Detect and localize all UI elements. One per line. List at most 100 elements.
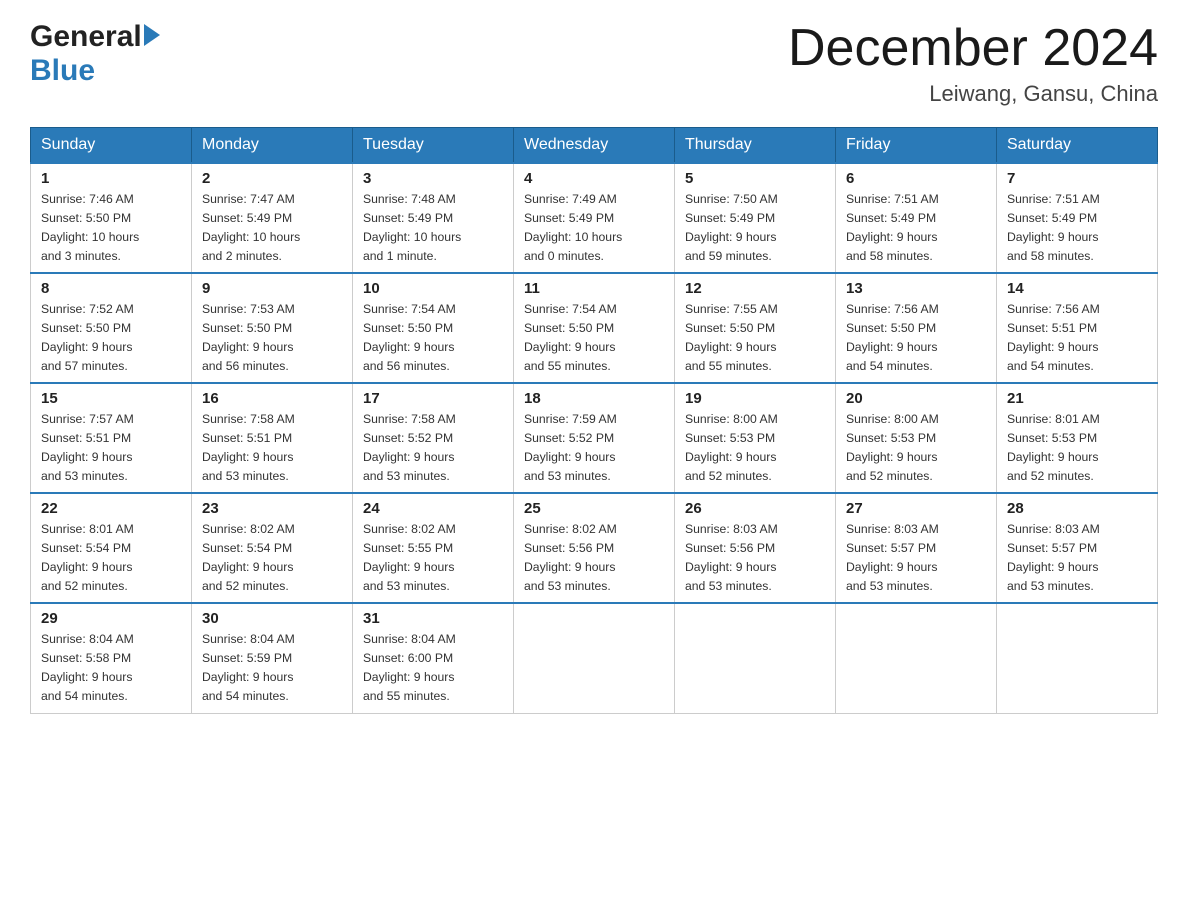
calendar-table: Sunday Monday Tuesday Wednesday Thursday… (30, 127, 1158, 714)
day-info: Sunrise: 7:47 AM Sunset: 5:49 PM Dayligh… (202, 190, 342, 266)
calendar-cell: 17 Sunrise: 7:58 AM Sunset: 5:52 PM Dayli… (353, 383, 514, 493)
calendar-cell: 11Sunrise: 7:54 AM Sunset: 5:50 PM Dayli… (514, 273, 675, 383)
day-info: Sunrise: 7:58 AM Sunset: 5:51 PM Dayligh… (202, 410, 342, 486)
header-saturday: Saturday (997, 128, 1158, 164)
day-number: 4 (524, 170, 664, 187)
day-info: Sunrise: 7:49 AM Sunset: 5:49 PM Dayligh… (524, 190, 664, 266)
calendar-cell: 20 Sunrise: 8:00 AM Sunset: 5:53 PM Dayli… (836, 383, 997, 493)
day-number: 25 (524, 500, 664, 517)
calendar-cell: 29 Sunrise: 8:04 AM Sunset: 5:58 PM Dayli… (31, 603, 192, 713)
day-info: Sunrise: 7:50 AM Sunset: 5:49 PM Dayligh… (685, 190, 825, 266)
day-number: 20 (846, 390, 986, 407)
day-number: 19 (685, 390, 825, 407)
logo: General Blue (30, 20, 160, 88)
day-number: 3 (363, 170, 503, 187)
title-block: December 2024 Leiwang, Gansu, China (788, 20, 1158, 107)
header-friday: Friday (836, 128, 997, 164)
calendar-cell: 4 Sunrise: 7:49 AM Sunset: 5:49 PM Daylig… (514, 163, 675, 273)
day-info: Sunrise: 7:48 AM Sunset: 5:49 PM Dayligh… (363, 190, 503, 266)
logo-row: General (30, 20, 160, 54)
day-number: 5 (685, 170, 825, 187)
calendar-cell (836, 603, 997, 713)
day-info: Sunrise: 8:02 AM Sunset: 5:56 PM Dayligh… (524, 520, 664, 596)
day-number: 29 (41, 610, 181, 627)
month-title: December 2024 (788, 20, 1158, 77)
day-info: Sunrise: 8:03 AM Sunset: 5:57 PM Dayligh… (846, 520, 986, 596)
calendar-cell: 23 Sunrise: 8:02 AM Sunset: 5:54 PM Dayli… (192, 493, 353, 603)
logo-general-text: General (30, 20, 142, 54)
calendar-cell (997, 603, 1158, 713)
day-number: 26 (685, 500, 825, 517)
day-info: Sunrise: 7:52 AM Sunset: 5:50 PM Dayligh… (41, 300, 181, 376)
day-number: 8 (41, 280, 181, 297)
calendar-cell (675, 603, 836, 713)
day-info: Sunrise: 7:46 AM Sunset: 5:50 PM Dayligh… (41, 190, 181, 266)
header-thursday: Thursday (675, 128, 836, 164)
header-wednesday: Wednesday (514, 128, 675, 164)
day-info: Sunrise: 8:04 AM Sunset: 6:00 PM Dayligh… (363, 630, 503, 706)
day-info: Sunrise: 8:03 AM Sunset: 5:56 PM Dayligh… (685, 520, 825, 596)
day-info: Sunrise: 8:02 AM Sunset: 5:54 PM Dayligh… (202, 520, 342, 596)
day-info: Sunrise: 8:02 AM Sunset: 5:55 PM Dayligh… (363, 520, 503, 596)
day-number: 23 (202, 500, 342, 517)
calendar-cell: 19 Sunrise: 8:00 AM Sunset: 5:53 PM Dayli… (675, 383, 836, 493)
day-number: 18 (524, 390, 664, 407)
day-number: 6 (846, 170, 986, 187)
calendar-cell: 22Sunrise: 8:01 AM Sunset: 5:54 PM Dayli… (31, 493, 192, 603)
day-number: 7 (1007, 170, 1147, 187)
header-tuesday: Tuesday (353, 128, 514, 164)
day-number: 31 (363, 610, 503, 627)
day-number: 24 (363, 500, 503, 517)
logo-arrow-icon (144, 24, 160, 46)
calendar-cell: 12Sunrise: 7:55 AM Sunset: 5:50 PM Dayli… (675, 273, 836, 383)
day-number: 27 (846, 500, 986, 517)
day-info: Sunrise: 7:54 AM Sunset: 5:50 PM Dayligh… (363, 300, 503, 376)
calendar-cell: 9Sunrise: 7:53 AM Sunset: 5:50 PM Daylig… (192, 273, 353, 383)
day-number: 14 (1007, 280, 1147, 297)
calendar-header: Sunday Monday Tuesday Wednesday Thursday… (31, 128, 1158, 164)
calendar-cell: 18 Sunrise: 7:59 AM Sunset: 5:52 PM Dayli… (514, 383, 675, 493)
calendar-body: 1 Sunrise: 7:46 AM Sunset: 5:50 PM Daylig… (31, 163, 1158, 713)
day-info: Sunrise: 7:56 AM Sunset: 5:51 PM Dayligh… (1007, 300, 1147, 376)
day-info: Sunrise: 8:00 AM Sunset: 5:53 PM Dayligh… (846, 410, 986, 486)
day-info: Sunrise: 8:04 AM Sunset: 5:59 PM Dayligh… (202, 630, 342, 706)
day-number: 16 (202, 390, 342, 407)
day-info: Sunrise: 7:51 AM Sunset: 5:49 PM Dayligh… (846, 190, 986, 266)
header-sunday: Sunday (31, 128, 192, 164)
calendar-cell: 16 Sunrise: 7:58 AM Sunset: 5:51 PM Dayli… (192, 383, 353, 493)
calendar-cell: 1 Sunrise: 7:46 AM Sunset: 5:50 PM Daylig… (31, 163, 192, 273)
calendar-week-row: 8 Sunrise: 7:52 AM Sunset: 5:50 PM Daylig… (31, 273, 1158, 383)
location-title: Leiwang, Gansu, China (788, 81, 1158, 107)
day-number: 2 (202, 170, 342, 187)
calendar-cell: 3 Sunrise: 7:48 AM Sunset: 5:49 PM Daylig… (353, 163, 514, 273)
day-number: 22 (41, 500, 181, 517)
calendar-cell: 28Sunrise: 8:03 AM Sunset: 5:57 PM Dayli… (997, 493, 1158, 603)
calendar-week-row: 22Sunrise: 8:01 AM Sunset: 5:54 PM Dayli… (31, 493, 1158, 603)
calendar-cell: 15Sunrise: 7:57 AM Sunset: 5:51 PM Dayli… (31, 383, 192, 493)
day-number: 9 (202, 280, 342, 297)
day-info: Sunrise: 7:56 AM Sunset: 5:50 PM Dayligh… (846, 300, 986, 376)
day-number: 11 (524, 280, 664, 297)
day-number: 12 (685, 280, 825, 297)
header-monday: Monday (192, 128, 353, 164)
calendar-cell: 30Sunrise: 8:04 AM Sunset: 5:59 PM Dayli… (192, 603, 353, 713)
day-info: Sunrise: 8:03 AM Sunset: 5:57 PM Dayligh… (1007, 520, 1147, 596)
day-number: 21 (1007, 390, 1147, 407)
calendar-cell (514, 603, 675, 713)
calendar-cell: 25 Sunrise: 8:02 AM Sunset: 5:56 PM Dayli… (514, 493, 675, 603)
calendar-week-row: 1 Sunrise: 7:46 AM Sunset: 5:50 PM Daylig… (31, 163, 1158, 273)
calendar-week-row: 15Sunrise: 7:57 AM Sunset: 5:51 PM Dayli… (31, 383, 1158, 493)
day-info: Sunrise: 7:58 AM Sunset: 5:52 PM Dayligh… (363, 410, 503, 486)
calendar-cell: 13 Sunrise: 7:56 AM Sunset: 5:50 PM Dayli… (836, 273, 997, 383)
day-number: 13 (846, 280, 986, 297)
page-header: General Blue December 2024 Leiwang, Gans… (30, 20, 1158, 107)
calendar-cell: 7Sunrise: 7:51 AM Sunset: 5:49 PM Daylig… (997, 163, 1158, 273)
day-number: 1 (41, 170, 181, 187)
day-number: 17 (363, 390, 503, 407)
day-info: Sunrise: 8:00 AM Sunset: 5:53 PM Dayligh… (685, 410, 825, 486)
day-info: Sunrise: 8:04 AM Sunset: 5:58 PM Dayligh… (41, 630, 181, 706)
day-info: Sunrise: 8:01 AM Sunset: 5:53 PM Dayligh… (1007, 410, 1147, 486)
calendar-cell: 31 Sunrise: 8:04 AM Sunset: 6:00 PM Dayli… (353, 603, 514, 713)
calendar-cell: 2 Sunrise: 7:47 AM Sunset: 5:49 PM Daylig… (192, 163, 353, 273)
day-info: Sunrise: 7:59 AM Sunset: 5:52 PM Dayligh… (524, 410, 664, 486)
